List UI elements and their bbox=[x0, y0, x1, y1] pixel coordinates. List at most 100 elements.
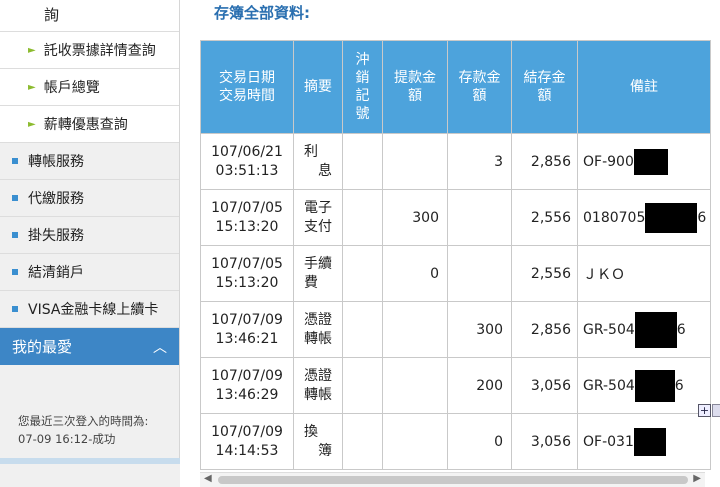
cell-date: 107/06/21 03:51:13 bbox=[200, 133, 294, 190]
cell-note: 0180705 6 bbox=[577, 189, 711, 246]
sidebar-item-report-loss[interactable]: 掛失服務 bbox=[0, 217, 179, 254]
cell-deposit: 200 bbox=[447, 357, 512, 414]
cell-reversal bbox=[342, 245, 383, 302]
sidebar-subitem-account-overview[interactable]: ► 帳戶總覽 bbox=[0, 69, 179, 106]
sidebar-item-label: 掛失服務 bbox=[28, 228, 84, 244]
cell-date-value: 107/07/09 bbox=[211, 423, 283, 440]
cell-deposit: 0 bbox=[447, 413, 512, 470]
sidebar: 詢 ► 託收票據詳情查詢 ► 帳戶總覽 ► 薪轉優惠查詢 轉帳服務 代繳服務 掛… bbox=[0, 0, 180, 487]
scroll-right-icon[interactable]: ▶ bbox=[693, 473, 701, 484]
cell-note: GR-504 6 bbox=[577, 301, 711, 358]
login-history-entry: 07-09 16:12-成功 bbox=[18, 432, 116, 446]
header-withdrawal: 提款金 額 bbox=[382, 40, 448, 134]
sidebar-footer-bar bbox=[0, 458, 180, 487]
redaction-block bbox=[634, 311, 677, 348]
sidebar-subitem-collection-bills[interactable]: ► 託收票據詳情查詢 bbox=[0, 32, 179, 69]
table-header-row: 交易日期 交易時間 摘要 沖 銷 記 號 提款金 額 存款金 額 結存金 額 備… bbox=[200, 40, 711, 134]
cell-date-value: 107/07/09 bbox=[211, 311, 283, 328]
scrollbar-thumb[interactable] bbox=[218, 476, 688, 484]
memo-line2: 轉帳 bbox=[304, 386, 332, 403]
expand-plus-icon[interactable]: + bbox=[698, 404, 711, 417]
cell-balance: 3,056 bbox=[511, 357, 578, 414]
memo-line1: 電子 bbox=[304, 199, 332, 216]
cell-balance: 2,856 bbox=[511, 133, 578, 190]
bullet-icon bbox=[12, 306, 18, 312]
sidebar-subitem-label: 帳戶總覽 bbox=[43, 80, 100, 96]
cell-note: ＪＫＯ bbox=[577, 245, 711, 302]
cell-date: 107/07/09 13:46:21 bbox=[200, 301, 294, 358]
cell-date-value: 107/07/09 bbox=[211, 367, 283, 384]
cell-time-value: 03:51:13 bbox=[215, 162, 279, 179]
cell-deposit bbox=[447, 189, 512, 246]
cell-note: GR-504 6 bbox=[577, 357, 711, 414]
login-history-label: 您最近三次登入的時間為: bbox=[18, 414, 149, 428]
cell-date: 107/07/09 13:46:29 bbox=[200, 357, 294, 414]
cell-deposit: 300 bbox=[447, 301, 512, 358]
header-date: 交易日期 交易時間 bbox=[200, 40, 294, 134]
cell-time-value: 13:46:29 bbox=[215, 386, 279, 403]
sidebar-item-label: 代繳服務 bbox=[28, 191, 84, 207]
cell-reversal bbox=[342, 133, 383, 190]
note-text: OF-900 bbox=[583, 153, 634, 170]
cell-date: 107/07/05 15:13:20 bbox=[200, 245, 294, 302]
cell-memo: 手續 費 bbox=[293, 245, 343, 302]
scroll-left-icon[interactable]: ◀ bbox=[204, 473, 212, 484]
cell-memo: 電子 支付 bbox=[293, 189, 343, 246]
cell-time-value: 14:14:53 bbox=[215, 442, 279, 459]
sidebar-item-close-account[interactable]: 結清銷戶 bbox=[0, 254, 179, 291]
arrow-right-icon: ► bbox=[28, 44, 36, 56]
memo-line2: 簿 bbox=[318, 442, 332, 459]
note-text: GR-504 bbox=[583, 321, 635, 338]
memo-line1: 換 bbox=[304, 423, 318, 440]
header-memo: 摘要 bbox=[293, 40, 343, 134]
cell-time-value: 15:13:20 bbox=[215, 218, 279, 235]
bullet-icon bbox=[12, 158, 18, 164]
cell-note: OF-031 bbox=[577, 413, 711, 470]
cell-reversal bbox=[342, 301, 383, 358]
bullet-icon bbox=[12, 269, 18, 275]
cell-reversal bbox=[342, 357, 383, 414]
favorites-label: 我的最愛 bbox=[12, 338, 73, 356]
cell-date-value: 107/06/21 bbox=[211, 143, 283, 160]
sidebar-subitem-payroll-offers[interactable]: ► 薪轉優惠查詢 bbox=[0, 106, 179, 143]
bullet-icon bbox=[12, 232, 18, 238]
cell-memo: 換 簿 bbox=[293, 413, 343, 470]
arrow-right-icon: ► bbox=[28, 118, 36, 130]
header-note: 備註 bbox=[577, 40, 711, 134]
memo-line1: 手續 bbox=[304, 255, 332, 272]
cell-balance: 2,556 bbox=[511, 245, 578, 302]
table-row: 107/07/05 15:13:20 電子 支付 300 2,556 01807… bbox=[200, 189, 711, 246]
header-date-line2: 交易時間 bbox=[219, 88, 275, 104]
cell-date-value: 107/07/05 bbox=[211, 199, 283, 216]
cell-memo: 憑證 轉帳 bbox=[293, 357, 343, 414]
sidebar-item-label: 轉帳服務 bbox=[28, 154, 84, 170]
redaction-block bbox=[634, 369, 675, 402]
cell-date-value: 107/07/05 bbox=[211, 255, 283, 272]
cell-date: 107/07/09 14:14:53 bbox=[200, 413, 294, 470]
chevron-up-icon[interactable]: ︿ bbox=[153, 337, 167, 357]
side-panel-tab[interactable] bbox=[712, 404, 720, 417]
memo-line2: 息 bbox=[318, 162, 332, 179]
sidebar-item-payment[interactable]: 代繳服務 bbox=[0, 180, 179, 217]
header-deposit: 存款金 額 bbox=[447, 40, 512, 134]
cell-date: 107/07/05 15:13:20 bbox=[200, 189, 294, 246]
sidebar-item-visa-renewal[interactable]: VISA金融卡線上續卡 bbox=[0, 291, 179, 328]
sidebar-item-transfer[interactable]: 轉帳服務 bbox=[0, 143, 179, 180]
bullet-icon bbox=[12, 195, 18, 201]
header-date-line1: 交易日期 bbox=[219, 70, 275, 86]
cell-note: OF-900 bbox=[577, 133, 711, 190]
cell-withdrawal bbox=[382, 357, 448, 414]
table-row: 107/07/09 14:14:53 換 簿 0 3,056 OF-031 bbox=[200, 413, 711, 470]
horizontal-scrollbar[interactable]: ◀ ▶ bbox=[200, 472, 705, 487]
transactions-table: 交易日期 交易時間 摘要 沖 銷 記 號 提款金 額 存款金 額 結存金 額 備… bbox=[200, 40, 711, 470]
redaction-block bbox=[633, 427, 666, 456]
cell-deposit: 3 bbox=[447, 133, 512, 190]
cell-withdrawal: 300 bbox=[382, 189, 448, 246]
login-history: 您最近三次登入的時間為: 07-09 16:12-成功 bbox=[18, 412, 148, 448]
cell-withdrawal bbox=[382, 133, 448, 190]
sidebar-partial-item[interactable]: 詢 bbox=[0, 0, 179, 32]
table-row: 107/06/21 03:51:13 利 息 3 2,856 OF-900 bbox=[200, 133, 711, 190]
favorites-header[interactable]: 我的最愛 ︿ bbox=[0, 328, 179, 365]
memo-line2: 轉帳 bbox=[304, 330, 332, 347]
header-reversal: 沖 銷 記 號 bbox=[342, 40, 383, 134]
